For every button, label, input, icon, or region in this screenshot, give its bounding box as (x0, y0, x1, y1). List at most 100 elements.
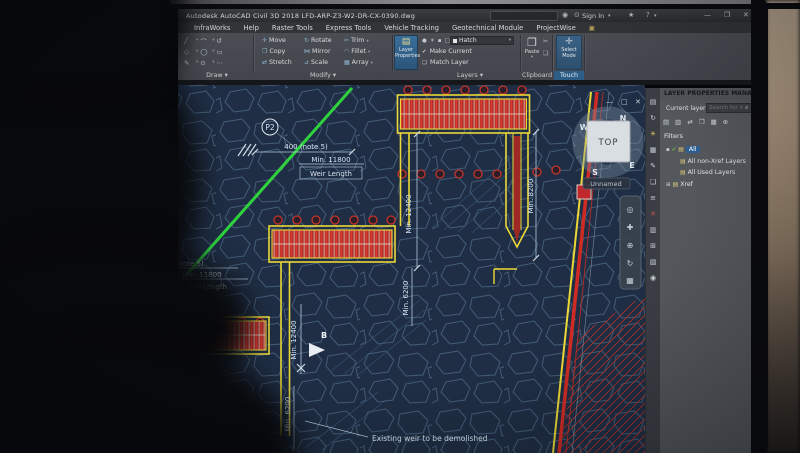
showmotion-icon[interactable]: ▦ (626, 276, 634, 285)
new-layer-icon[interactable]: ❏ (646, 178, 660, 186)
navigation-bar[interactable]: ◎ ✚ ⊕ ↻ ▦ (619, 195, 642, 290)
chevron-down-icon[interactable]: ▾ (608, 13, 611, 19)
filter-tree-xref[interactable]: ⊞ ▤ Xref (666, 181, 693, 188)
add-filter-icon[interactable]: ⊞ (646, 242, 660, 250)
chevron-down-icon[interactable]: ▾ (196, 49, 198, 54)
mirror-button[interactable]: ⋈ Mirror (304, 48, 331, 55)
more-icon[interactable]: ⋯ (217, 59, 227, 67)
layers-panel-label[interactable]: Layers ▾ (420, 71, 520, 80)
circle-icon[interactable]: ◯ (200, 48, 210, 56)
chevron-down-icon[interactable]: ▾ (509, 38, 511, 43)
viewport-close[interactable]: ✕ (635, 98, 641, 106)
layer-lock-icon[interactable]: ▪ (438, 38, 442, 44)
checkbox-icon[interactable]: ▪ (666, 147, 670, 153)
delete-layer-icon[interactable]: ✕ (646, 210, 660, 218)
minimize-button[interactable]: — (704, 11, 711, 19)
layer-search-input[interactable] (707, 105, 745, 111)
layer-list-icon[interactable]: ▤ (646, 98, 660, 106)
help-icon[interactable]: ? (646, 11, 650, 19)
layer-states-icon[interactable]: ▥ (646, 226, 660, 234)
infocenter-search[interactable] (490, 10, 558, 29)
restore-button[interactable]: ❐ (724, 11, 730, 19)
new-group-filter-icon[interactable]: ▥ (675, 118, 681, 126)
tab-help[interactable]: Help (243, 24, 259, 32)
array-button[interactable]: ▦ Array ▾ (344, 59, 373, 66)
viewport-minimize[interactable]: — (606, 98, 613, 106)
layer-thaw-icon[interactable]: ☀ (430, 38, 435, 44)
chevron-down-icon[interactable]: ▾ (654, 13, 657, 19)
revision-icon[interactable]: ↺ (217, 37, 227, 45)
target-icon[interactable]: ◉ (646, 274, 660, 282)
new-layer-vp-icon[interactable]: ▦ (711, 118, 717, 126)
settings-icon[interactable]: ≡ (646, 194, 660, 202)
sketch-icon[interactable]: ✎ (184, 59, 194, 67)
set-current-icon[interactable]: ⊕ (723, 118, 728, 126)
chevron-down-icon[interactable]: ▾ (196, 60, 198, 65)
zoom-icon[interactable]: ⊕ (627, 241, 634, 250)
fillet-button[interactable]: ◠ Fillet ▾ (344, 48, 370, 55)
draw-panel-label[interactable]: Draw ▾ (184, 71, 250, 80)
sign-in-button[interactable]: Sign In (582, 12, 604, 20)
filter-tree-non-xref[interactable]: ▤ All non-Xref Layers (680, 158, 746, 165)
rotate-button[interactable]: ↻ Rotate (304, 37, 332, 44)
scale-button[interactable]: ⊿ Scale (304, 59, 328, 66)
match-layer-button[interactable]: ❏ Match Layer (422, 59, 469, 66)
viewcube[interactable]: N E S W TOP (572, 106, 644, 178)
chevron-down-icon[interactable]: ▾ (212, 60, 214, 65)
chevron-down-icon[interactable]: ▾ (196, 38, 198, 43)
new-property-filter-icon[interactable]: ▤ (663, 118, 669, 126)
layer-search[interactable]: ⌕ (706, 103, 752, 113)
tab-infraworks[interactable]: InfraWorks (194, 24, 230, 32)
viewport-restore[interactable]: □ (621, 98, 628, 106)
edit-icon[interactable]: ✎ (646, 162, 660, 170)
refresh-icon[interactable]: ↻ (646, 114, 660, 122)
isolate-icon[interactable]: ▧ (646, 258, 660, 266)
layer-properties-button[interactable]: ▤ Layer Properties (394, 35, 420, 70)
make-current-button[interactable]: ✔ Make Current (422, 48, 472, 55)
close-button[interactable]: ✕ (743, 11, 749, 19)
pan-icon[interactable]: ✚ (627, 223, 634, 232)
filter-tree-all[interactable]: ▪ ✔ ▤ All (666, 146, 700, 153)
layer-states-manager-icon[interactable]: ⇄ (687, 118, 692, 126)
line-icon[interactable]: ╱ (184, 37, 194, 45)
select-mode-button[interactable]: ✛ Select Mode (556, 35, 582, 70)
expand-icon[interactable]: ⊞ (666, 182, 671, 188)
paste-button[interactable]: ❐ Paste ▾ (524, 36, 540, 60)
freeze-icon[interactable]: ☀ (646, 130, 660, 138)
trim-button[interactable]: ✂ Trim ▾ (344, 37, 369, 44)
move-button[interactable]: ✛ Move (262, 37, 286, 44)
polygon-icon[interactable]: ◇ (184, 48, 194, 56)
orbit-icon[interactable]: ↻ (627, 259, 634, 268)
layer-on-icon[interactable]: ● (422, 38, 427, 44)
chevron-down-icon[interactable]: ▾ (371, 61, 373, 66)
lpm-title[interactable]: LAYER PROPERTIES MANAGER (660, 88, 765, 101)
stretch-button[interactable]: ⇄ Stretch (262, 59, 292, 66)
tab-express-tools[interactable]: Express Tools (326, 24, 371, 32)
chevron-down-icon[interactable]: ▾ (212, 49, 214, 54)
chevron-down-icon[interactable]: ▾ (368, 50, 370, 55)
arc-icon[interactable]: ⌒ (200, 36, 210, 46)
new-layer-icon[interactable]: ❐ (699, 118, 705, 126)
rectangle-icon[interactable]: ▭ (217, 48, 227, 56)
tab-raster-tools[interactable]: Raster Tools (272, 24, 313, 32)
grid-icon[interactable]: ▦ (646, 146, 660, 154)
cube-icon[interactable]: ▣ (589, 24, 595, 32)
viewcube-face-label[interactable]: TOP (597, 138, 618, 148)
binoculars-icon[interactable]: ◉ (562, 11, 568, 19)
tab-geotechnical-module[interactable]: Geotechnical Module (452, 24, 523, 32)
chevron-down-icon[interactable]: ▾ (524, 55, 540, 60)
copy-clip-icon[interactable]: ❏ (543, 50, 548, 57)
chevron-down-icon[interactable]: ▾ (212, 38, 214, 43)
steering-wheel-icon[interactable]: ◎ (627, 205, 634, 214)
view-name-pill[interactable]: Unnamed (582, 177, 631, 190)
modify-panel-label[interactable]: Modify ▾ (256, 71, 390, 80)
tab-projectwise[interactable]: ProjectWise (536, 24, 575, 32)
filter-tree-used[interactable]: ▤ All Used Layers (680, 169, 735, 176)
layer-color-icon[interactable]: □ (445, 38, 450, 44)
cut-icon[interactable]: ✂ (543, 38, 548, 45)
layer-dropdown[interactable]: Hatch ▾ (450, 36, 514, 45)
point-icon[interactable]: ⊙ (200, 59, 210, 67)
star-icon[interactable]: ★ (628, 11, 634, 19)
tab-vehicle-tracking[interactable]: Vehicle Tracking (384, 24, 439, 32)
copy-button[interactable]: ❐ Copy (262, 48, 285, 55)
